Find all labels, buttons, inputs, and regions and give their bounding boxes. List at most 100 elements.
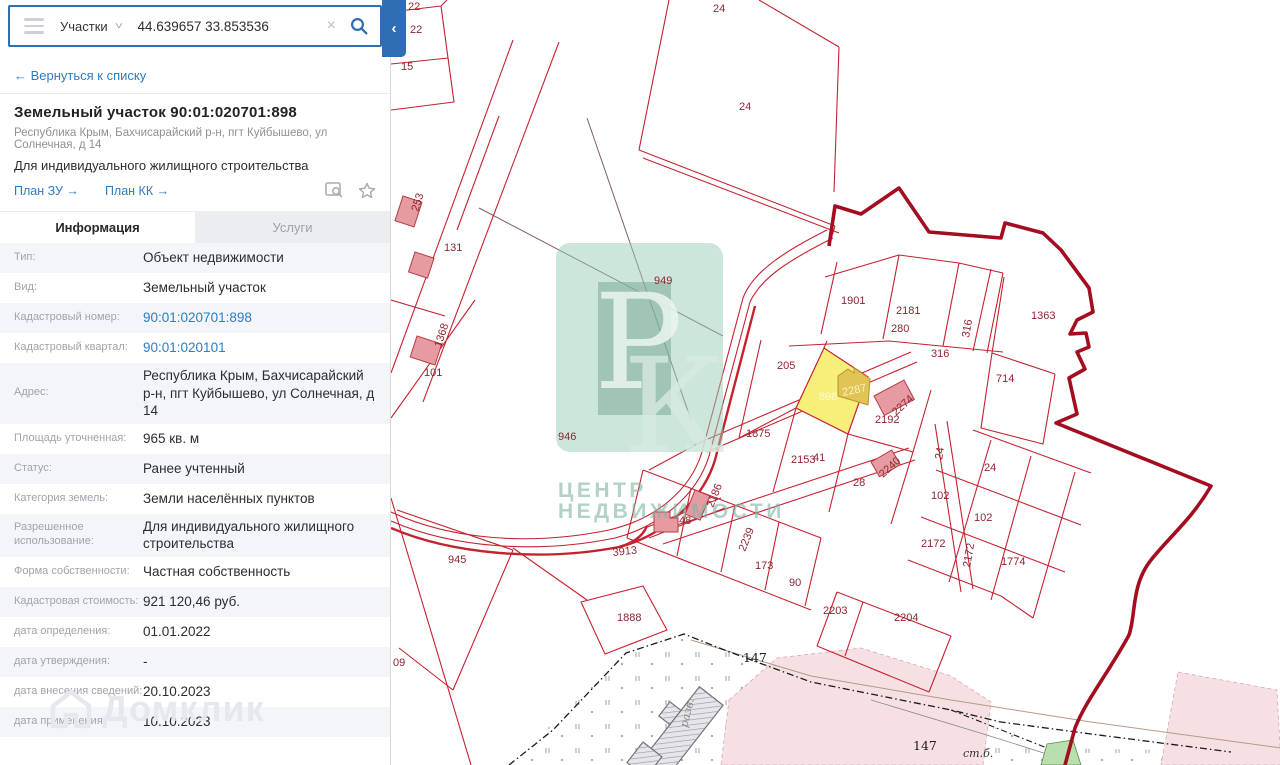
row-value-link[interactable]: 90:01:020101 (143, 339, 376, 357)
map-parcel-label: 316 (960, 318, 975, 338)
map-parcel-label: 131 (444, 242, 462, 254)
row-label: Кадастровый номер: (14, 311, 120, 324)
parcel-header: Земельный участок 90:01:020701:898 Респу… (0, 94, 390, 211)
row-value: 10.10.2023 (143, 713, 211, 729)
tab-bar: Информация Услуги (0, 211, 390, 243)
map-preview-icon[interactable] (325, 182, 344, 199)
row-value: Для индивидуального жилищного строительс… (143, 518, 355, 552)
chevron-down-icon: ˅ (114, 20, 123, 32)
map-parcel-label: 1875 (746, 428, 770, 440)
map-parcel-label: 24 (739, 101, 751, 113)
map-parcel-label: 28 (853, 477, 865, 489)
row-label: Форма собственности: (14, 564, 130, 577)
page-title: Земельный участок 90:01:020701:898 (14, 104, 297, 121)
row-label: дата внесения сведений: (14, 684, 143, 697)
map-parcel-label: 22 (410, 24, 422, 36)
parcel-lines (391, 0, 1092, 765)
search-input[interactable] (135, 17, 319, 35)
map-parcel-label: 09 (393, 657, 405, 669)
map-parcel-label: 2153 (791, 454, 815, 466)
map-parcel-label: 147 (743, 650, 767, 665)
map-parcel-label: 714 (996, 373, 1014, 385)
map-parcel-label: 205 (777, 360, 795, 372)
row-value: 965 кв. м (143, 430, 200, 446)
map-parcel-label: 2204 (894, 612, 918, 624)
map-parcel-label: 24 (933, 446, 947, 460)
table-row: дата внесения сведений: 20.10.2023 (0, 677, 390, 707)
sidebar-collapse-button[interactable]: ‹ (382, 0, 406, 57)
map-parcel-label: 90 (789, 577, 801, 589)
search-type-select[interactable]: Участки ˅ (60, 18, 123, 34)
row-value: Ранее учтенный (143, 460, 245, 476)
row-value: Земельный участок (143, 280, 266, 296)
table-row: Разрешенное использование: Для индивидуал… (0, 513, 390, 557)
map-canvas[interactable]: Р К ЦЕНТР НЕДВИЖИМОСТИ 22 22 15 24 24 253 131 1… (390, 0, 1280, 765)
topo-zone (508, 633, 1280, 765)
search-box: Участки ˅ × (8, 5, 382, 47)
plan-links-row: План ЗУ → План КК → (14, 182, 376, 203)
row-value: 20.10.2023 (143, 683, 211, 699)
table-row: Кадастровый номер: 90:01:020701:898 (0, 303, 390, 333)
tab-services[interactable]: Услуги (195, 212, 390, 243)
plan-zu-link[interactable]: План ЗУ → (14, 184, 79, 198)
row-label: Вид: (14, 281, 37, 294)
map-parcel-label: 173 (755, 560, 773, 572)
tab-information[interactable]: Информация (0, 212, 195, 243)
map-parcel-label: 2172 (921, 538, 945, 550)
row-label: Категория земель: (14, 491, 109, 504)
map-parcel-label: 2181 (896, 305, 920, 317)
cadastral-map-app: Р К ЦЕНТР НЕДВИЖИМОСТИ 22 22 15 24 24 253 131 1… (0, 0, 1280, 765)
row-label: дата утверждения: (14, 654, 111, 667)
row-value: Республика Крым, Бахчисарайский р-н, пгт… (143, 368, 375, 419)
table-row: дата применения: 10.10.2023 (0, 706, 390, 737)
search-bar: ‹ Участки ˅ × (0, 0, 406, 57)
map-parcel-label: 41 (813, 452, 825, 464)
watermark-line2: НЕДВИЖИМОСТИ (558, 500, 785, 523)
clear-search-icon[interactable]: × (327, 17, 336, 35)
back-to-list-link[interactable]: ← Вернуться к списку (14, 68, 146, 83)
sidebar-panel: ‹ Участки ˅ × ← Вернуться к списку Земел… (0, 0, 406, 765)
row-value: 01.01.2022 (143, 623, 211, 639)
menu-icon[interactable] (24, 18, 44, 34)
map-parcel-label: 1774 (1001, 556, 1025, 568)
plan-kk-link[interactable]: План КК → (105, 184, 169, 198)
row-label: дата определения: (14, 624, 111, 637)
table-row: Адрес: Республика Крым, Бахчисарайский р-… (0, 363, 390, 424)
map-parcel-label: 280 (891, 323, 909, 335)
map-parcel-label: 147 (913, 738, 937, 753)
chevron-left-icon: ‹ (391, 20, 397, 37)
map-parcel-label: 945 (448, 554, 466, 566)
map-parcel-label: 24 (984, 462, 996, 474)
row-label: дата применения: (14, 714, 106, 727)
table-row: дата утверждения: - (0, 646, 390, 677)
star-icon[interactable] (358, 182, 376, 199)
map-parcel-label: 253 (409, 192, 426, 213)
table-row: Кадастровый квартал: 90:01:020101 (0, 333, 390, 363)
row-value: Земли населённых пунктов (143, 490, 315, 506)
map-parcel-label: 101 (424, 367, 442, 379)
row-value-link[interactable]: 90:01:020701:898 (143, 309, 376, 327)
row-label: Кадастровый квартал: (14, 341, 128, 354)
map-parcel-label: 2203 (823, 605, 847, 617)
search-icon[interactable] (344, 17, 374, 35)
parcel-address: Республика Крым, Бахчисарайский р-н, пгт… (14, 127, 328, 151)
table-row: Тип: Объект недвижимости (0, 243, 390, 273)
map-parcel-label: 15 (401, 61, 413, 73)
table-row: Кадастровая стоимость: 921 120,46 руб. (0, 586, 390, 617)
map-parcel-label: 48 (679, 515, 691, 527)
table-row: Вид: Земельный участок (0, 273, 390, 303)
info-table: Тип: Объект недвижимости Вид: Земельный уча… (0, 243, 390, 737)
row-label: Статус: (14, 461, 52, 474)
watermark-letter-k: К (623, 330, 725, 484)
table-row: Категория земель: Земли населённых пункто… (0, 484, 390, 514)
map-parcel-label: 2239 (737, 526, 757, 553)
row-label: Адрес: (14, 386, 49, 399)
row-value: 921 120,46 руб. (143, 593, 241, 609)
search-type-label: Участки (60, 18, 108, 34)
map-parcel-label: 946 (558, 431, 576, 443)
map-parcel-label: 2172 (961, 542, 977, 568)
row-label: Тип: (14, 251, 36, 264)
map-parcel-label: 22 (408, 1, 420, 13)
map-parcel-label: 898 (819, 391, 837, 403)
map-parcel-label: 24 (713, 3, 725, 15)
